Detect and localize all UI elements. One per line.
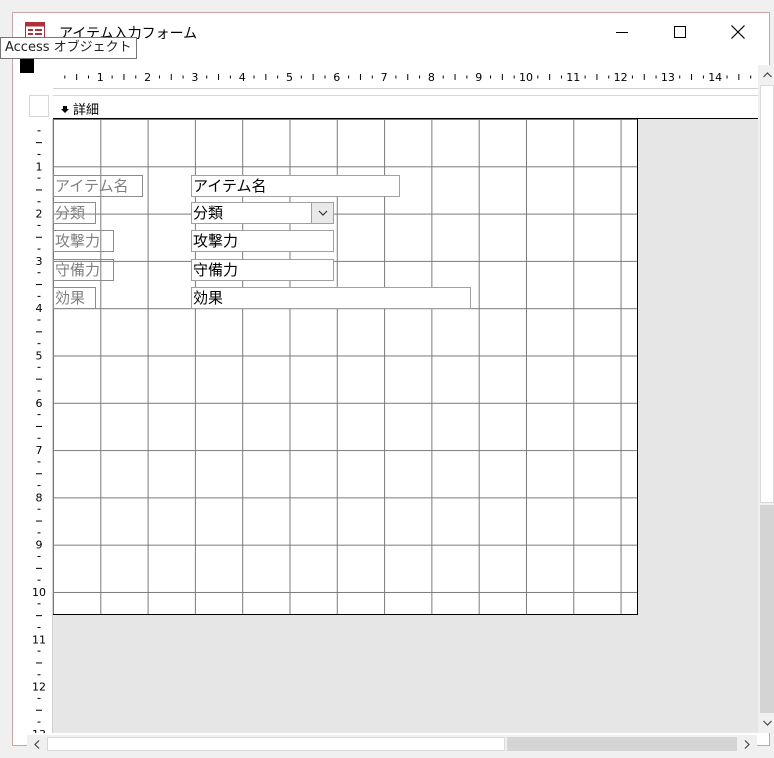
ruler-number: 7 [36,444,43,457]
vertical-ruler[interactable]: 12345678910111213 [27,119,53,733]
horizontal-scroll-track[interactable] [507,737,737,751]
vertical-scroll-track[interactable] [760,505,774,713]
minimize-button[interactable] [593,13,651,51]
ruler-number: 9 [36,539,43,552]
ruler-number: 5 [286,71,293,84]
ruler-number: 11 [32,633,46,646]
effect-label[interactable]: 効果 [53,287,96,309]
minimize-icon [616,32,628,33]
ruler-number: 5 [36,350,43,363]
tooltip: Access オブジェクト [0,37,137,59]
ruler-number: 10 [32,586,46,599]
category-dropdown-button[interactable] [311,203,333,223]
arrow-down-icon [762,720,772,726]
ruler-number: 10 [519,71,533,84]
ruler-number: 4 [239,71,246,84]
design-canvas[interactable]: アイテム名 アイテム名 分類 分類 攻撃力 攻撃力 守備力 守備力 効果 効果 [53,119,759,733]
ruler-number: 3 [191,71,198,84]
ruler-number: 6 [333,71,340,84]
ruler-number: 9 [475,71,482,84]
ruler-number: 2 [36,208,43,221]
section-selector[interactable] [29,95,49,117]
effect-field[interactable]: 効果 [191,287,471,309]
ruler-number: 11 [566,71,580,84]
scroll-left-button[interactable] [29,736,45,752]
vertical-scroll-thumb[interactable] [760,85,774,503]
ruler-number: 13 [32,728,46,733]
category-combo[interactable]: 分類 [191,202,334,224]
section-arrow-icon [60,101,70,120]
form-selector[interactable] [20,59,34,73]
ruler-number: 8 [36,491,43,504]
arrow-up-icon [762,72,772,78]
ruler-number: 1 [36,160,43,173]
ruler-number: 14 [708,71,722,84]
horizontal-ruler[interactable]: 1 2 3 4 5 6 7 8 9 10 11 12 13 14 [53,65,759,89]
section-label: 詳細 [73,103,100,118]
ruler-number: 12 [614,71,628,84]
category-combo-value: 分類 [193,204,224,222]
defense-label[interactable]: 守備力 [53,259,114,281]
scroll-right-button[interactable] [739,736,755,752]
ruler-number: 8 [428,71,435,84]
arrow-left-icon [34,739,40,749]
horizontal-ruler-marks: 1 2 3 4 5 6 7 8 9 10 11 12 13 14 [64,71,752,84]
horizontal-scrollbar[interactable] [27,735,757,753]
detail-section-header[interactable]: 詳細 [53,95,759,119]
attack-field[interactable]: 攻撃力 [191,230,334,252]
defense-field[interactable]: 守備力 [191,259,334,281]
scroll-down-button[interactable] [759,715,774,731]
ruler-number: 7 [381,71,388,84]
item-name-label[interactable]: アイテム名 [53,175,143,197]
arrow-right-icon [744,739,750,749]
ruler-number: 12 [32,681,46,694]
maximize-button[interactable] [651,13,709,51]
ruler-number: 6 [36,397,43,410]
ruler-number: 13 [661,71,675,84]
vertical-scrollbar[interactable] [758,65,774,733]
chevron-down-icon [318,210,327,216]
attack-label[interactable]: 攻撃力 [53,230,114,252]
ruler-number: 3 [36,255,43,268]
category-label[interactable]: 分類 [53,202,96,224]
vertical-ruler-marks: 12345678910111213 [32,130,46,733]
item-name-field[interactable]: アイテム名 [191,175,400,197]
ruler-number: 4 [36,302,43,315]
maximize-icon [674,26,686,38]
ruler-number: 2 [144,71,151,84]
scroll-up-button[interactable] [759,67,774,83]
horizontal-scroll-thumb[interactable] [47,737,505,751]
form-design-window: アイテム入力フォーム 1 2 3 4 5 6 7 8 9 10 11 12 13 14 123456789… [12,12,774,753]
close-icon [731,25,745,39]
close-button[interactable] [709,13,767,51]
ruler-number: 1 [97,71,104,84]
